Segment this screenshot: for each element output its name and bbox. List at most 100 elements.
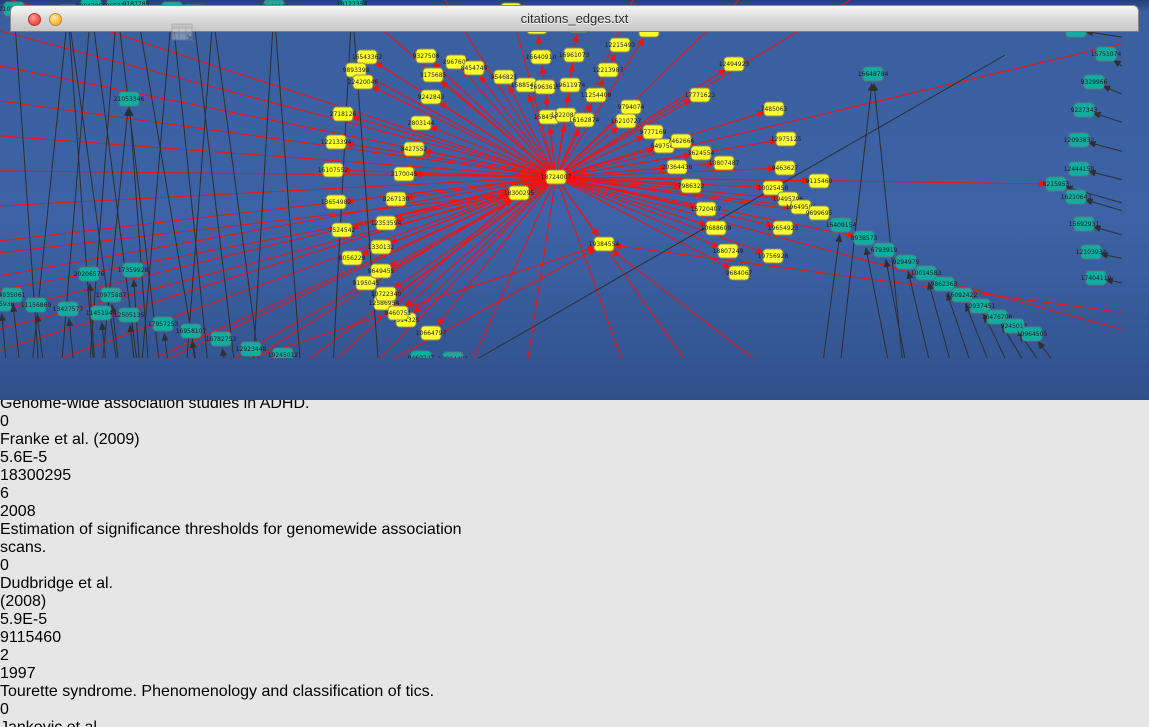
graph-node-label: 9460751 — [385, 310, 412, 317]
graph-node-label: 9327508 — [413, 53, 440, 60]
graph-node-label: 3170045 — [391, 171, 418, 178]
table-cell-in_degree[interactable]: 2 — [0, 647, 85, 665]
graph-edge — [1094, 227, 1122, 240]
network-canvas[interactable]: 2105572720691406196439591065325791877851… — [0, 0, 1149, 363]
zoom-window-button[interactable] — [70, 13, 83, 26]
graph-edge — [1089, 171, 1122, 184]
graph-node-label: 7485063 — [761, 106, 788, 113]
table-row[interactable]: 1830029562008Estimation of significance … — [0, 467, 1149, 629]
graph-edge — [1086, 200, 1122, 216]
graph-node-label: 9227343 — [1071, 107, 1098, 114]
graph-node-label: 10975887 — [96, 292, 127, 299]
delete-table-icon — [171, 22, 197, 46]
graph-edge — [164, 334, 171, 358]
table-cell-title[interactable]: Estimation of significance thresholds fo… — [0, 521, 504, 557]
graph-node-label: 19654923 — [768, 225, 799, 232]
graph-edge — [612, 250, 820, 358]
graph-edge — [0, 130, 556, 177]
table-cell-title[interactable]: Tourette syndrome. Phenomenology and cla… — [0, 683, 504, 701]
table-cell-short[interactable]: Dudbridge et al. (2008) — [0, 575, 142, 611]
graph-node-label: 10025458 — [758, 185, 789, 192]
graph-edge — [0, 194, 509, 262]
graph-node-label: 8938573 — [851, 235, 878, 242]
table-cell-pagerank[interactable]: 5.6E-5 — [0, 449, 86, 467]
graph-node-label: 12103934 — [1076, 249, 1107, 256]
graph-node-label: 8267130 — [383, 196, 410, 203]
graph-node-label: 11254408 — [581, 92, 612, 99]
graph-node-label: 1330132 — [368, 244, 395, 251]
graph-node-label: 7986322 — [678, 183, 705, 190]
graph-node-label: 9794074 — [618, 104, 645, 111]
table-cell-out_degree[interactable]: 0 — [0, 701, 66, 719]
graph-node-label: 16409154 — [826, 222, 857, 229]
table-cell-out_degree[interactable]: 0 — [0, 413, 66, 431]
graph-node-label: 8649455 — [368, 268, 395, 275]
graph-edge — [223, 349, 228, 358]
graph-edge — [1089, 143, 1122, 156]
graph-node-label: 19756928 — [758, 253, 789, 260]
table-cell-year[interactable]: 2008 — [0, 503, 58, 521]
graph-node-label: 16648784 — [858, 71, 889, 78]
graph-node-label: 12353594 — [371, 220, 402, 227]
graph-node-label: 16543362 — [352, 54, 383, 61]
graph-node-label: 8427552 — [401, 146, 428, 153]
graph-node-label: 9862363 — [931, 281, 958, 288]
graph-node-label: 10664797 — [416, 330, 447, 337]
graph-edge — [214, 25, 262, 358]
graph-node-label: 9777169 — [640, 129, 667, 136]
table-cell-short[interactable]: Franke et al. (2009) — [0, 431, 142, 449]
graph-node-label: 10688609 — [701, 225, 732, 232]
graph-node-label: 10807487 — [709, 160, 740, 167]
table-row[interactable]: 911546021997Tourette syndrome. Phenomeno… — [0, 629, 1149, 727]
graph-edge — [1086, 32, 1122, 40]
graph-node-label: 13427577 — [53, 306, 84, 313]
table-cell-pagerank[interactable]: 5.9E-5 — [0, 611, 86, 629]
graph-node-label: 11451944 — [86, 310, 117, 317]
graph-node-label: 21053346 — [114, 96, 145, 103]
graph-node-label: 9684067 — [726, 270, 753, 277]
table-cell-name[interactable]: 18300295 — [0, 467, 83, 485]
table-cell-name[interactable]: 9115460 — [0, 629, 83, 647]
graph-node-label: 15720407 — [691, 206, 722, 213]
graph-edge — [556, 177, 791, 206]
graph-node-label: 2803144 — [408, 120, 435, 127]
graph-edge — [886, 260, 910, 358]
graph-node-label: 19611974 — [555, 82, 586, 89]
graph-node-label: 16162874 — [569, 117, 600, 124]
graph-node-label: 12494923 — [719, 61, 750, 68]
graph-edge — [556, 177, 764, 253]
graph-edge — [252, 17, 273, 358]
table-cell-in_degree[interactable]: 6 — [0, 485, 85, 503]
graph-node-label: 3624554 — [688, 150, 715, 157]
graph-edge — [13, 305, 22, 358]
graph-edge — [1103, 86, 1122, 102]
graph-edge — [173, 19, 210, 358]
graph-node-label: 8454749 — [461, 65, 488, 72]
table-cell-out_degree[interactable]: 0 — [0, 557, 66, 575]
graph-node-label: 15692931 — [1069, 221, 1100, 228]
graph-node-label: 16092422 — [947, 292, 978, 299]
graph-node-label: 9460747 — [408, 355, 435, 358]
graph-node-label: 7524542 — [329, 227, 356, 234]
graph-edge — [450, 177, 556, 358]
graph-node-label: 16107552 — [318, 167, 349, 174]
graph-node-label: 22420046 — [348, 79, 379, 86]
table-cell-short[interactable]: Jankovic et al. (1997) — [0, 719, 142, 727]
graph-node-label: 19245012 — [268, 352, 299, 358]
graph-node-label: 9115460 — [806, 178, 833, 185]
desktop-background: citations_edges.txt 21055727206914061964… — [0, 0, 1149, 400]
graph-node-label: 17957253 — [148, 321, 179, 328]
minimize-window-button[interactable] — [49, 13, 62, 26]
close-window-button[interactable] — [28, 13, 41, 26]
graph-node-label: 9546821 — [491, 74, 518, 81]
graph-node-label: 11156869 — [21, 302, 52, 309]
graph-node-label: 18807249 — [713, 248, 744, 255]
graph-edge — [69, 319, 76, 358]
graph-node-label: 12924481 — [438, 356, 469, 358]
graph-node-label: 9699695 — [806, 210, 833, 217]
table-cell-year[interactable]: 1997 — [0, 665, 58, 683]
graph-edge — [820, 235, 840, 358]
graph-node-label: 16210643 — [1061, 194, 1092, 201]
graph-edge — [2, 314, 8, 358]
network-graph[interactable]: 2105572720691406196439591065325791877851… — [0, 0, 1122, 358]
